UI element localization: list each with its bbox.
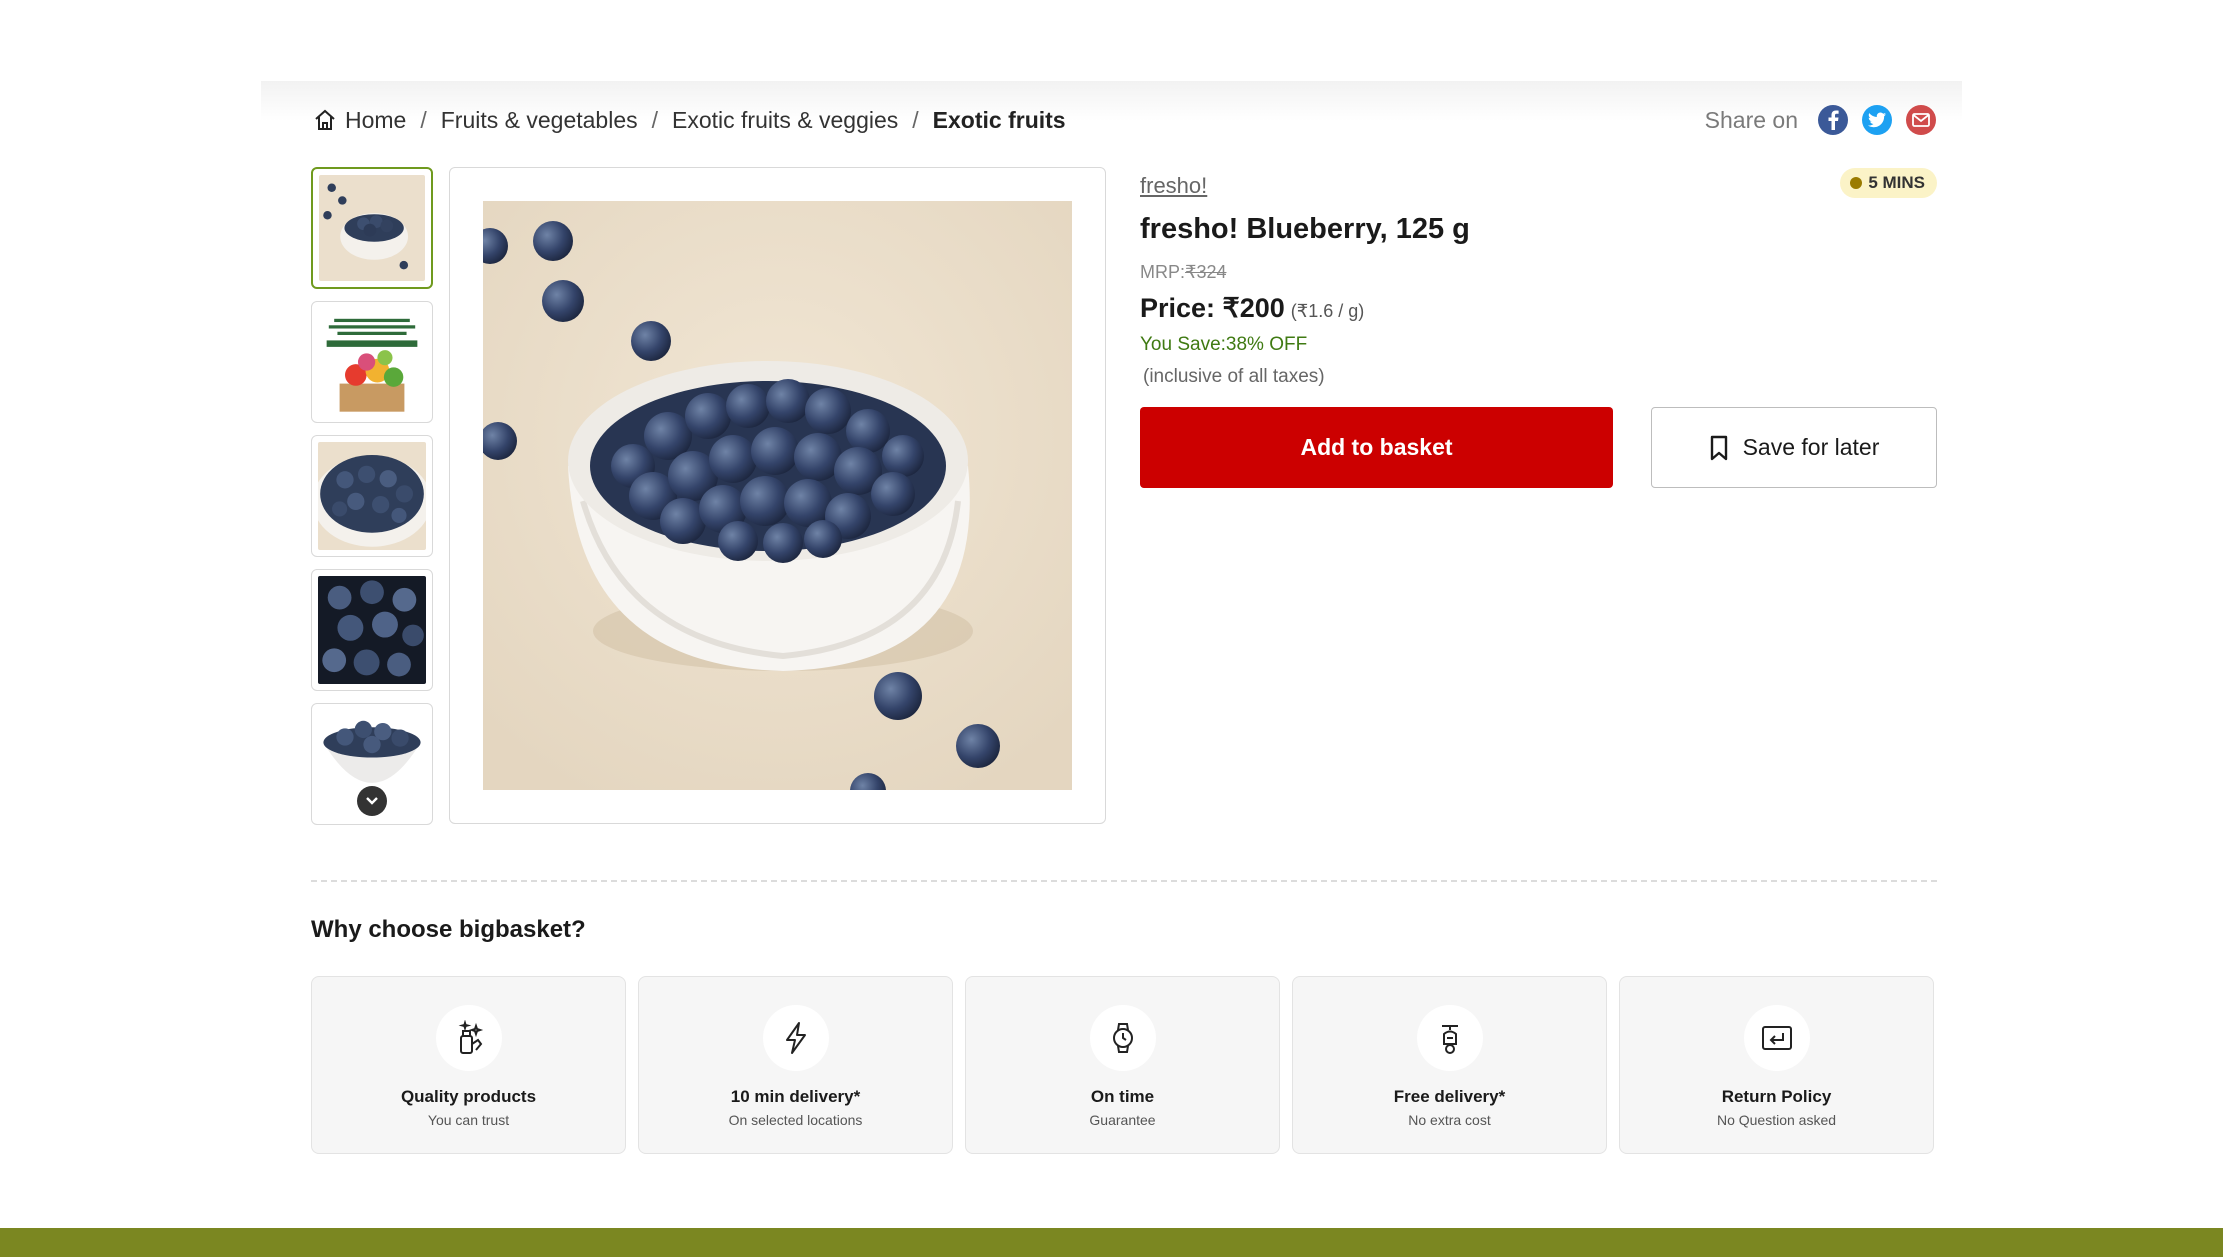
breadcrumb-home[interactable]: Home [313, 107, 406, 134]
main-product-image[interactable] [449, 167, 1106, 824]
mrp: MRP:₹324 [1140, 262, 1937, 283]
quality-icon [435, 1005, 502, 1071]
feature-on-time: On time Guarantee [965, 976, 1280, 1154]
twitter-icon[interactable] [1862, 105, 1892, 135]
breadcrumb-fruits-vegetables[interactable]: Fruits & vegetables [441, 107, 638, 134]
return-icon [1743, 1005, 1810, 1071]
thumbnail-1[interactable] [311, 167, 433, 289]
savings: You Save:38% OFF [1140, 334, 1308, 355]
section-divider [311, 880, 1937, 882]
feature-return-policy: Return Policy No Question asked [1619, 976, 1934, 1154]
eta-label: 5 MINS [1868, 173, 1925, 192]
facebook-icon[interactable] [1818, 105, 1848, 135]
thumbnail-image [318, 442, 426, 550]
product-title: fresho! Blueberry, 125 g [1140, 213, 1470, 245]
price-row: Price: ₹200 (₹1.6 / g) [1140, 293, 1937, 324]
breadcrumb-separator: / [651, 106, 659, 133]
product-page: Home / Fruits & vegetables / Exotic frui… [261, 81, 1962, 1229]
footer-bar [0, 1228, 2223, 1257]
why-choose-heading: Why choose bigbasket? [311, 916, 586, 943]
lightning-icon [762, 1005, 829, 1071]
feature-subtitle: No extra cost [1408, 1112, 1491, 1128]
breadcrumb-separator: / [420, 106, 427, 133]
bookmark-icon [1710, 435, 1727, 460]
product-info: fresho! 5 MINS fresho! Blueberry, 125 g … [1140, 167, 1937, 488]
feature-title: 10 min delivery* [730, 1087, 861, 1106]
thumbnail-2[interactable] [311, 301, 433, 423]
save-for-later-label: Save for later [1742, 434, 1880, 460]
feature-quality: Quality products You can trust [311, 976, 626, 1154]
add-to-basket-button[interactable]: Add to basket [1140, 407, 1613, 488]
feature-title: Return Policy [1721, 1087, 1832, 1106]
watch-icon [1089, 1005, 1156, 1071]
breadcrumb-exotic-fruits-veggies[interactable]: Exotic fruits & veggies [672, 107, 898, 134]
features-list: Quality products You can trust 10 min de… [311, 976, 1937, 1154]
mrp-value: ₹324 [1185, 262, 1227, 282]
mrp-label: MRP: [1140, 262, 1185, 282]
feature-subtitle: No Question asked [1716, 1112, 1837, 1128]
feature-title: On time [1090, 1087, 1155, 1106]
feature-title: Quality products [400, 1087, 537, 1106]
breadcrumb: Home / Fruits & vegetables / Exotic frui… [313, 95, 1066, 145]
feature-title: Free delivery* [1393, 1087, 1506, 1106]
breadcrumb-separator: / [912, 106, 919, 133]
feature-subtitle: On selected locations [728, 1112, 863, 1128]
thumbnail-list [311, 167, 433, 837]
scooter-icon [1416, 1005, 1483, 1071]
thumbnail-image [318, 308, 426, 416]
thumbnail-3[interactable] [311, 435, 433, 557]
breadcrumb-home-label: Home [345, 106, 407, 133]
email-icon[interactable] [1906, 105, 1936, 135]
thumbnail-scroll-down-button[interactable] [357, 786, 387, 816]
chevron-down-icon [366, 797, 378, 805]
thumbnail-image [319, 175, 425, 281]
thumbnail-5[interactable] [311, 703, 433, 825]
breadcrumb-exotic-fruits[interactable]: Exotic fruits [933, 107, 1066, 134]
unit-price: (₹1.6 / g) [1290, 301, 1365, 321]
blueberry-bowl-image [483, 201, 1072, 790]
thumbnail-4[interactable] [311, 569, 433, 691]
tax-note: (inclusive of all taxes) [1143, 366, 1325, 387]
brand-link[interactable]: fresho! [1140, 173, 1207, 199]
clock-icon [1850, 177, 1863, 189]
share-label: Share on [1704, 106, 1798, 133]
share-bar: Share on [1705, 95, 1936, 145]
thumbnail-image [318, 576, 426, 684]
feature-subtitle: You can trust [427, 1112, 510, 1128]
price: Price: ₹200 [1140, 293, 1285, 323]
delivery-eta-badge: 5 MINS [1840, 168, 1937, 198]
feature-subtitle: Guarantee [1089, 1112, 1156, 1128]
feature-free-delivery: Free delivery* No extra cost [1292, 976, 1607, 1154]
home-icon [315, 109, 335, 130]
feature-10-min-delivery: 10 min delivery* On selected locations [638, 976, 953, 1154]
save-for-later-button[interactable]: Save for later [1651, 407, 1937, 488]
